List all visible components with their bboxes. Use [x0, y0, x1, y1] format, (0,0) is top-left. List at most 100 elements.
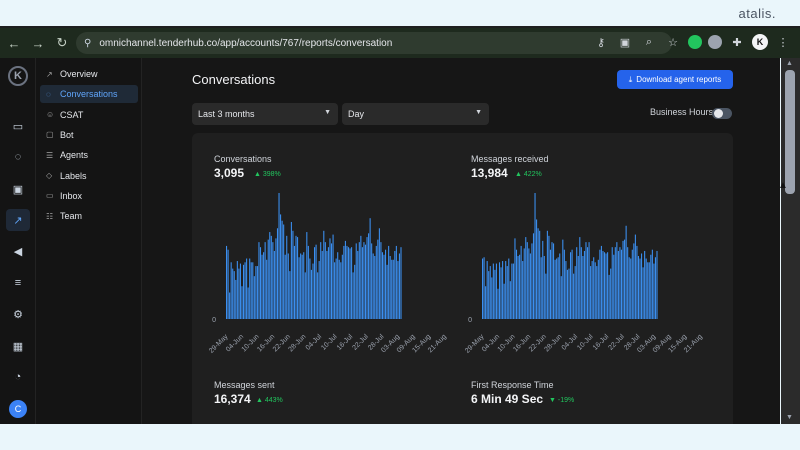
- extension-gray-icon[interactable]: [708, 35, 722, 49]
- chart-bar[interactable]: [374, 256, 376, 319]
- chart-bar[interactable]: [298, 257, 300, 319]
- sidebar-item-agents[interactable]: ☰ Agents: [40, 146, 138, 164]
- chart-bar[interactable]: [580, 247, 582, 319]
- chart-bar[interactable]: [546, 230, 548, 319]
- chart-bar[interactable]: [610, 268, 612, 319]
- chart-bar[interactable]: [309, 258, 311, 319]
- chart-bar[interactable]: [554, 259, 556, 319]
- chart-bar[interactable]: [650, 254, 652, 319]
- chart-bar[interactable]: [648, 262, 650, 319]
- chart-bar[interactable]: [634, 234, 636, 319]
- chart-bar[interactable]: [400, 247, 402, 319]
- chart-bar[interactable]: [614, 247, 616, 319]
- chart-bar[interactable]: [630, 258, 632, 319]
- chart-bar[interactable]: [517, 256, 519, 319]
- chart-bar[interactable]: [526, 242, 528, 319]
- chart-bar[interactable]: [332, 234, 334, 319]
- chart-bar[interactable]: [235, 279, 237, 319]
- chart-bar[interactable]: [335, 258, 337, 319]
- chat-icon[interactable]: ◌: [6, 146, 30, 168]
- chart-bar[interactable]: [627, 247, 629, 319]
- chart-bar[interactable]: [654, 257, 656, 319]
- cast-icon[interactable]: ▣: [616, 33, 634, 51]
- chart-bar[interactable]: [519, 254, 521, 319]
- chart-bar[interactable]: [247, 287, 249, 320]
- chart-bar[interactable]: [250, 262, 252, 319]
- chart-bar[interactable]: [599, 249, 601, 319]
- chart-bar[interactable]: [537, 228, 539, 319]
- chart-bar[interactable]: [522, 261, 524, 319]
- chart-bar[interactable]: [617, 250, 619, 319]
- chart-bar[interactable]: [577, 256, 579, 319]
- group-by-select[interactable]: Day ▼: [342, 103, 489, 125]
- chart-bar[interactable]: [491, 277, 493, 319]
- chart-bar[interactable]: [613, 254, 615, 319]
- chart-bar[interactable]: [647, 262, 649, 319]
- chart-bar[interactable]: [557, 257, 559, 319]
- chart-bar[interactable]: [594, 262, 596, 319]
- chart-bar[interactable]: [503, 283, 505, 319]
- sidebar-item-labels[interactable]: ◇ Labels: [40, 167, 138, 185]
- chart-bar[interactable]: [241, 286, 243, 319]
- chart-bar[interactable]: [280, 214, 282, 319]
- chart-bar[interactable]: [588, 242, 590, 319]
- chart-bar[interactable]: [278, 193, 280, 319]
- chart-bar[interactable]: [292, 230, 294, 319]
- user-avatar[interactable]: C: [9, 400, 27, 418]
- chart-bar[interactable]: [269, 232, 271, 319]
- chart-bar[interactable]: [625, 225, 627, 319]
- chart-bar[interactable]: [551, 242, 553, 319]
- forward-icon[interactable]: →: [28, 33, 48, 53]
- chart-bar[interactable]: [545, 273, 547, 319]
- chart-bar[interactable]: [378, 228, 380, 319]
- extension-green-icon[interactable]: [688, 35, 702, 49]
- chart-bar[interactable]: [590, 266, 592, 319]
- chart-bar[interactable]: [276, 228, 279, 319]
- chart-bar[interactable]: [330, 243, 333, 319]
- chart-bar[interactable]: [314, 247, 316, 319]
- chart-bar[interactable]: [633, 243, 635, 319]
- chart-bar[interactable]: [656, 250, 658, 319]
- chart-bar[interactable]: [645, 258, 647, 319]
- chart-bar[interactable]: [597, 259, 599, 319]
- chart-bar[interactable]: [270, 235, 272, 319]
- chart-bar[interactable]: [300, 253, 302, 319]
- chart-bar[interactable]: [307, 245, 309, 319]
- chart-bar[interactable]: [542, 240, 544, 319]
- chart-bar[interactable]: [287, 253, 289, 319]
- chart-bar[interactable]: [571, 249, 573, 319]
- page-scrollbar[interactable]: ▲ ▼: [781, 58, 800, 424]
- chart-bar[interactable]: [329, 238, 331, 319]
- chart-bar[interactable]: [227, 249, 229, 319]
- chart-bar[interactable]: [347, 247, 350, 319]
- chart-bar[interactable]: [338, 259, 340, 319]
- campaigns-icon[interactable]: ◀: [6, 240, 30, 262]
- chart-bar[interactable]: [275, 238, 277, 319]
- chart-bar[interactable]: [355, 243, 357, 319]
- chart-bar[interactable]: [229, 292, 231, 319]
- chart-bar[interactable]: [488, 271, 490, 319]
- chart-bar[interactable]: [366, 237, 368, 319]
- chart-bar[interactable]: [485, 286, 487, 319]
- chart-bar[interactable]: [233, 271, 235, 319]
- chart-bar[interactable]: [549, 249, 552, 319]
- chart-bar[interactable]: [273, 250, 275, 319]
- chart-bar[interactable]: [392, 259, 394, 319]
- chart-bar[interactable]: [641, 253, 643, 319]
- chart-bar[interactable]: [529, 253, 531, 319]
- chart-bar[interactable]: [369, 218, 371, 319]
- address-bar[interactable]: ⚲ omnichannel.tenderhub.co/app/accounts/…: [76, 32, 672, 54]
- chart-bar[interactable]: [327, 247, 329, 319]
- chart-bar[interactable]: [391, 259, 393, 319]
- chart-bar[interactable]: [500, 267, 502, 319]
- sidebar-item-csat[interactable]: ☺ CSAT: [40, 106, 138, 124]
- chart-bar[interactable]: [236, 261, 238, 319]
- chart-bar[interactable]: [344, 240, 346, 319]
- chart-bar[interactable]: [523, 248, 525, 319]
- chart-bar[interactable]: [608, 274, 610, 319]
- chart-bar[interactable]: [293, 245, 296, 319]
- chart-bar[interactable]: [286, 235, 288, 319]
- chart-bar[interactable]: [489, 266, 491, 319]
- chart-bar[interactable]: [607, 252, 609, 319]
- inbox-icon[interactable]: ▭: [6, 115, 30, 137]
